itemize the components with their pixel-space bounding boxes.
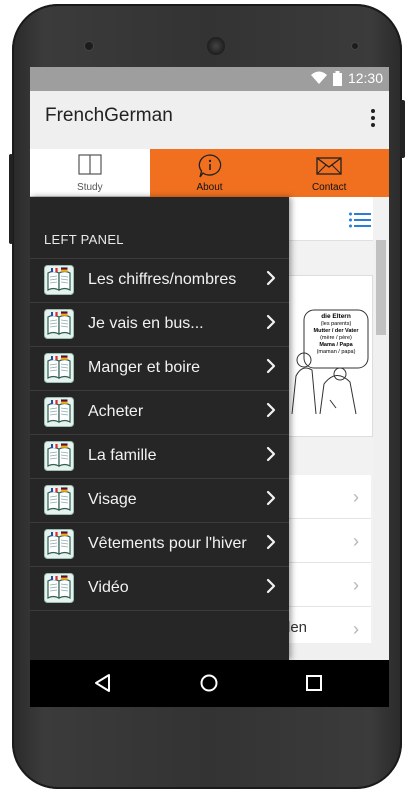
chevron-right-icon: › [353, 619, 359, 639]
home-icon[interactable] [198, 672, 220, 694]
back-icon[interactable] [92, 672, 114, 694]
battery-icon [332, 70, 342, 86]
left-panel-item-label: Visage [88, 491, 137, 508]
family-sketch-image: die Eltern (les parents) Mutter / der Va… [291, 309, 369, 415]
wifi-icon [310, 71, 327, 84]
left-panel-item-label: Acheter [88, 403, 144, 420]
earpiece-speaker [207, 37, 225, 55]
left-panel-item[interactable]: Acheter [30, 391, 289, 435]
dictionary-book-icon [44, 265, 74, 295]
sketch-line1: (les parents) [321, 321, 352, 327]
tab-study[interactable]: Study [30, 149, 150, 197]
chevron-right-icon [266, 534, 276, 550]
left-panel-item[interactable]: Vêtements pour l'hiver [30, 523, 289, 567]
tab-bar: Study About Contact [30, 149, 389, 197]
dictionary-book-icon [44, 441, 74, 471]
tab-about[interactable]: About [149, 149, 270, 197]
proximity-sensor [352, 43, 358, 49]
left-panel-item[interactable]: Visage [30, 479, 289, 523]
chevron-right-icon: › [353, 575, 359, 595]
chevron-right-icon [266, 358, 276, 374]
sketch-line2: Mutter / der Vater [314, 328, 360, 334]
navigation-bar [30, 660, 389, 707]
mail-icon [316, 157, 342, 175]
left-panel-item[interactable]: Manger et boire [30, 347, 289, 391]
app-title: FrenchGerman [45, 105, 173, 126]
left-panel-item-label: Vidéo [88, 579, 129, 596]
chevron-right-icon [266, 446, 276, 462]
tab-study-label: Study [77, 182, 103, 193]
dictionary-book-icon [44, 309, 74, 339]
left-panel-item[interactable]: Je vais en bus... [30, 303, 289, 347]
scrollbar-thumb[interactable] [376, 240, 386, 335]
status-time: 12:30 [347, 70, 383, 86]
chevron-right-icon [266, 314, 276, 330]
sketch-title: die Eltern [321, 313, 351, 320]
app-bar: FrenchGerman [30, 91, 389, 150]
book-icon [78, 154, 102, 175]
left-panel-item-label: Les chiffres/nombres [88, 271, 237, 288]
left-panel-header: LEFT PANEL [44, 232, 124, 247]
chevron-right-icon [266, 270, 276, 286]
tab-contact-label: Contact [311, 182, 347, 193]
left-panel: LEFT PANEL Les chiffres/nombres Je vais e… [30, 197, 289, 660]
left-panel-item-label: Je vais en bus... [88, 315, 204, 332]
sketch-line5: (maman / papa) [317, 349, 356, 355]
dictionary-book-icon [44, 529, 74, 559]
front-camera [85, 42, 93, 50]
sketch-line3: (mère / père) [320, 335, 352, 341]
chevron-right-icon [266, 402, 276, 418]
status-bar: 12:30 [30, 67, 389, 91]
chevron-right-icon: › [353, 487, 359, 507]
overflow-menu-icon[interactable] [371, 109, 377, 129]
left-panel-item-label: Manger et boire [88, 359, 201, 376]
dictionary-book-icon [44, 353, 74, 383]
left-panel-item[interactable]: Vidéo [30, 567, 289, 611]
recents-icon[interactable] [303, 672, 325, 694]
sketch-line4: Mama / Papa [319, 342, 353, 348]
chevron-right-icon: › [353, 531, 359, 551]
left-panel-item[interactable]: Les chiffres/nombres [30, 259, 289, 303]
vertical-scrollbar[interactable] [373, 240, 389, 660]
list-menu-icon[interactable] [349, 212, 371, 228]
dictionary-book-icon [44, 485, 74, 515]
dictionary-book-icon [44, 573, 74, 603]
tab-contact[interactable]: Contact [269, 149, 389, 197]
chevron-right-icon [266, 578, 276, 594]
left-panel-item-label: La famille [88, 447, 157, 464]
volume-button [9, 154, 13, 244]
dictionary-book-icon [44, 397, 74, 427]
left-panel-item[interactable]: La famille [30, 435, 289, 479]
left-panel-menu: Les chiffres/nombres Je vais en bus... Man… [30, 258, 289, 611]
info-bubble-icon [198, 154, 221, 178]
left-panel-item-label: Vêtements pour l'hiver [88, 535, 247, 552]
chevron-right-icon [266, 490, 276, 506]
screen: 12:30 FrenchGerman Study About Contact d… [30, 67, 389, 707]
power-button [400, 100, 405, 158]
tab-about-label: About [196, 182, 223, 193]
